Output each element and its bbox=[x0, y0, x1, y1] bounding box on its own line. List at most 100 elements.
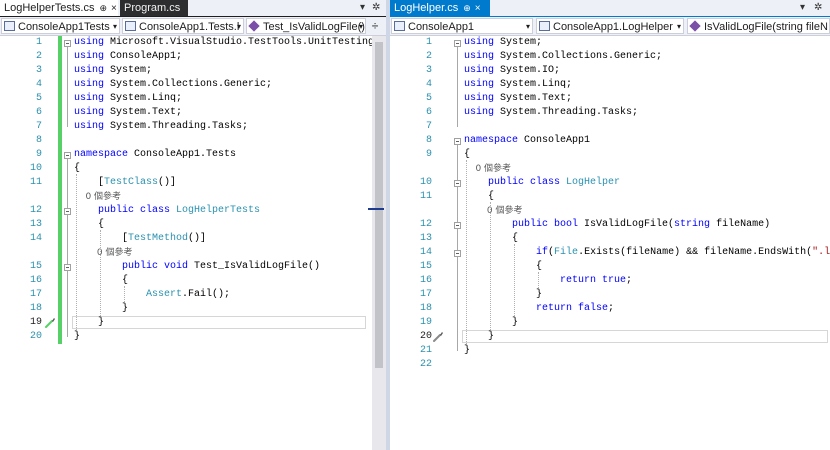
right-navigation-bar: ConsoleApp1 ▾ ConsoleApp1.LogHelper ▾ Is… bbox=[390, 17, 830, 36]
member-dropdown[interactable]: Test_IsValidLogFile() ▾ bbox=[246, 18, 366, 34]
keyword-token: using bbox=[464, 65, 495, 76]
tab-program[interactable]: Program.cs bbox=[120, 0, 188, 16]
gear-icon[interactable]: ✲ bbox=[372, 0, 380, 16]
line-number: 14 bbox=[419, 247, 432, 258]
keyword-token: using bbox=[464, 93, 495, 104]
code-token: { bbox=[464, 261, 543, 272]
pin-icon[interactable]: ⊕ bbox=[100, 3, 108, 13]
split-editor-icon[interactable]: ÷ bbox=[370, 18, 380, 34]
indent-guide bbox=[100, 230, 101, 316]
method-icon bbox=[250, 20, 260, 32]
scrollbar-thumb[interactable] bbox=[375, 42, 383, 368]
line-number: 5 bbox=[425, 93, 432, 104]
code-line: using ConsoleApp1; bbox=[74, 50, 182, 64]
code-line: } bbox=[464, 330, 494, 344]
project-dropdown[interactable]: ConsoleApp1 ▾ bbox=[391, 18, 533, 34]
outline-line bbox=[67, 47, 68, 127]
screwdriver-icon[interactable] bbox=[44, 317, 56, 329]
left-vertical-scrollbar[interactable] bbox=[368, 36, 386, 450]
collapse-region-toggle[interactable] bbox=[454, 138, 461, 145]
type-token: TestClass bbox=[104, 177, 159, 188]
left-code-editor[interactable]: 1 using Microsoft.VisualStudio.TestTools.… bbox=[0, 36, 380, 450]
keyword-token: if bbox=[536, 247, 549, 258]
line-number: 13 bbox=[29, 219, 42, 230]
project-dropdown[interactable]: ConsoleApp1Tests ▾ bbox=[1, 18, 120, 34]
left-editor-pane: LogHelperTests.cs ⊕ × Program.cs ▾ ✲ Conso… bbox=[0, 0, 386, 450]
line-number: 5 bbox=[35, 93, 42, 104]
line-number: 15 bbox=[29, 261, 42, 272]
type-dropdown[interactable]: ConsoleApp1.Tests.l ▾ bbox=[122, 18, 244, 34]
chevron-down-icon[interactable]: ▾ bbox=[360, 0, 365, 16]
collapse-region-toggle[interactable] bbox=[454, 40, 461, 47]
collapse-region-toggle[interactable] bbox=[454, 180, 461, 187]
right-code-editor[interactable]: 1 using System; 2 using System.Collections.… bbox=[390, 36, 830, 450]
code-token: System.Threading.Tasks; bbox=[494, 107, 639, 118]
type-dropdown[interactable]: ConsoleApp1.LogHelper ▾ bbox=[536, 18, 684, 34]
right-tab-strip: LogHelper.cs ⊕ × ▾ ✲ bbox=[390, 0, 830, 17]
line-number: 12 bbox=[419, 219, 432, 230]
close-icon[interactable]: × bbox=[475, 3, 481, 14]
string-token: ".log" bbox=[812, 247, 830, 258]
line-number: 6 bbox=[425, 107, 432, 118]
codelens-reference-count[interactable]: 0 個參考 bbox=[74, 190, 121, 204]
code-token: .Exists(fileName) && fileName.EndsWith( bbox=[578, 247, 813, 258]
tab-loghelpertests[interactable]: LogHelperTests.cs ⊕ × bbox=[0, 0, 118, 16]
type-token: LogHelper bbox=[566, 177, 621, 188]
code-token: System; bbox=[104, 65, 153, 76]
code-token: System.Linq; bbox=[104, 93, 183, 104]
code-token: ()] bbox=[158, 177, 177, 188]
pin-icon[interactable]: ⊕ bbox=[463, 3, 471, 13]
project-dropdown-value: ConsoleApp1 bbox=[408, 21, 475, 33]
line-number: 9 bbox=[425, 149, 432, 160]
code-line: namespace ConsoleApp1 bbox=[464, 134, 590, 148]
code-line: Assert.Fail(); bbox=[74, 288, 230, 302]
tab-loghelper[interactable]: LogHelper.cs ⊕ × bbox=[390, 0, 490, 16]
type-token: TestMethod bbox=[128, 233, 189, 244]
code-token: } bbox=[464, 331, 495, 342]
code-token: ConsoleApp1.Tests bbox=[128, 149, 237, 160]
collapse-region-toggle[interactable] bbox=[64, 152, 71, 159]
gear-icon[interactable]: ✲ bbox=[814, 0, 822, 16]
keyword-token: using bbox=[74, 121, 105, 132]
screwdriver-icon[interactable] bbox=[432, 331, 444, 343]
collapse-region-toggle[interactable] bbox=[454, 222, 461, 229]
chevron-down-icon[interactable]: ▾ bbox=[800, 0, 805, 16]
codelens-reference-count[interactable]: 0 個參考 bbox=[74, 246, 133, 260]
line-number: 6 bbox=[35, 107, 42, 118]
code-token: } bbox=[74, 331, 81, 342]
current-line-highlight bbox=[462, 330, 828, 343]
code-line: using System.Collections.Generic; bbox=[74, 78, 272, 92]
keyword-token: using bbox=[74, 37, 105, 48]
line-number: 3 bbox=[425, 65, 432, 76]
line-number: 4 bbox=[35, 79, 42, 90]
code-token: { bbox=[464, 149, 471, 160]
collapse-region-toggle[interactable] bbox=[454, 250, 461, 257]
code-line: using System.Text; bbox=[464, 92, 572, 106]
codelens-reference-count[interactable]: 0 個參考 bbox=[464, 204, 523, 218]
indent-guide bbox=[466, 160, 467, 344]
collapse-region-toggle[interactable] bbox=[64, 264, 71, 271]
collapse-region-toggle[interactable] bbox=[64, 40, 71, 47]
type-token: LogHelperTests bbox=[176, 205, 261, 216]
line-number: 19 bbox=[419, 317, 432, 328]
chevron-down-icon: ▾ bbox=[358, 22, 363, 31]
code-token: [ bbox=[74, 233, 129, 244]
keyword-token: using bbox=[464, 107, 495, 118]
line-number: 20 bbox=[419, 331, 432, 342]
left-tab-strip: LogHelperTests.cs ⊕ × Program.cs ▾ ✲ bbox=[0, 0, 386, 17]
member-dropdown[interactable]: IsValidLogFile(string fileN bbox=[687, 18, 830, 34]
code-token: } bbox=[464, 345, 471, 356]
codelens-reference-count[interactable]: 0 個參考 bbox=[464, 162, 511, 176]
outline-line bbox=[457, 257, 458, 295]
code-token: { bbox=[464, 191, 495, 202]
line-number: 22 bbox=[419, 359, 432, 370]
class-icon bbox=[125, 21, 136, 31]
close-icon[interactable]: × bbox=[111, 3, 117, 14]
keyword-token: public class bbox=[98, 205, 171, 216]
collapse-region-toggle[interactable] bbox=[64, 208, 71, 215]
tab-label: LogHelperTests.cs bbox=[4, 2, 95, 14]
code-token: ()] bbox=[188, 233, 207, 244]
change-indicator bbox=[58, 36, 62, 344]
